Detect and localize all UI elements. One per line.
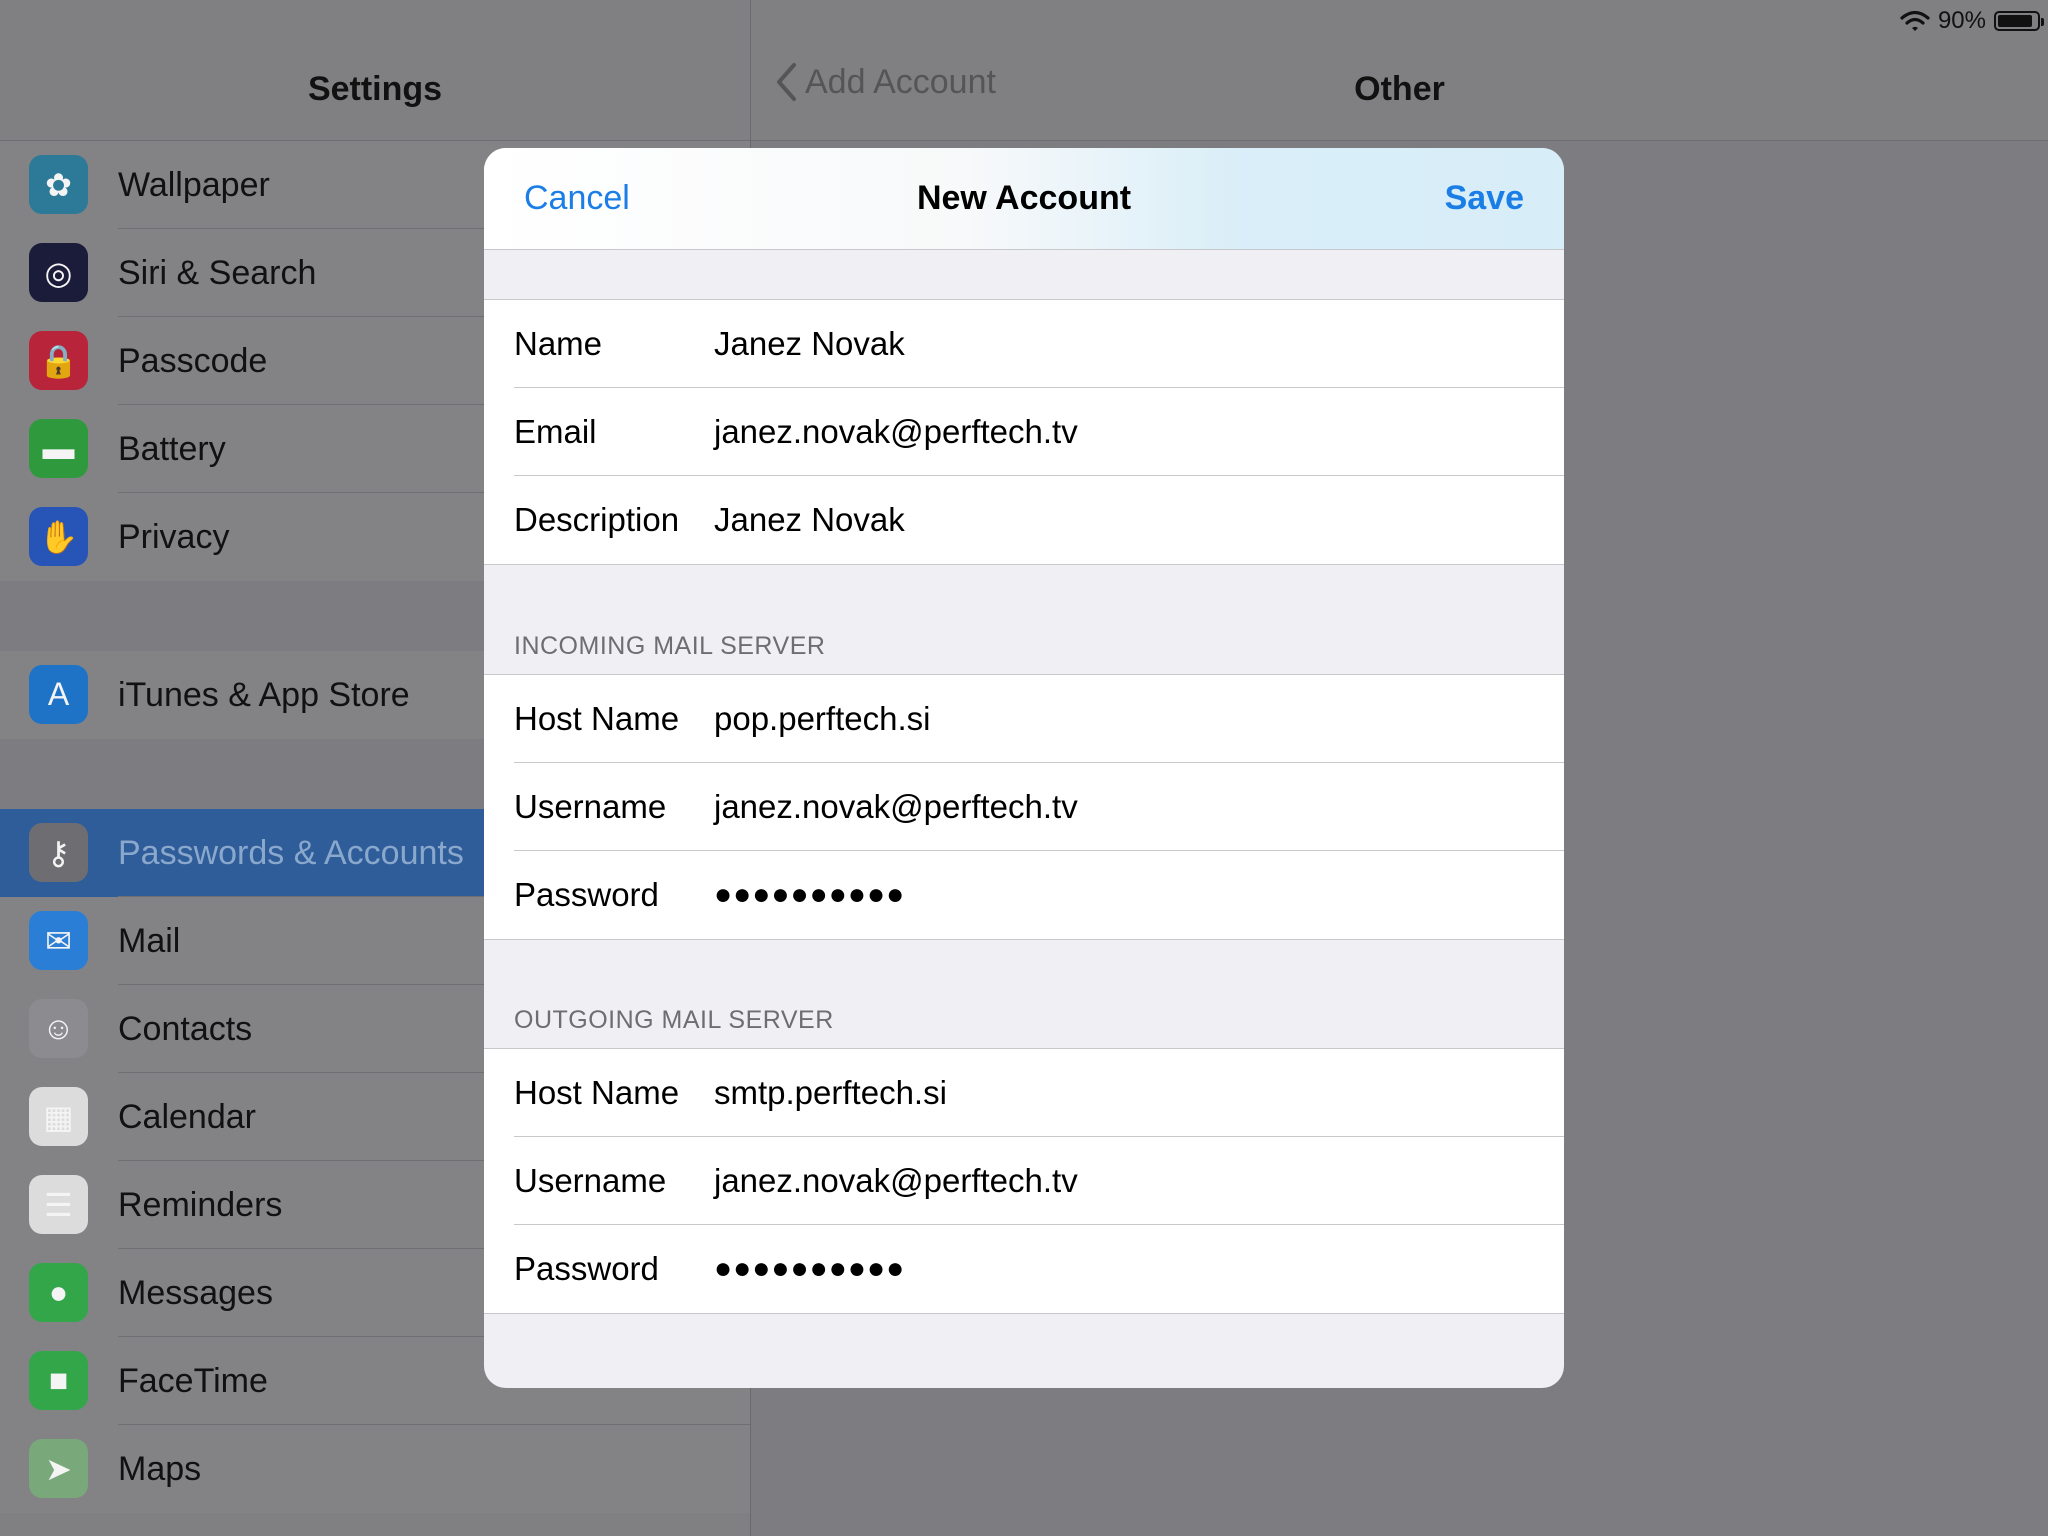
outgoing-username-label: Username xyxy=(514,1162,667,1199)
hand-icon: ✋ xyxy=(29,507,88,566)
outgoing-password-field[interactable]: ●●●●●●●●●● xyxy=(714,1225,905,1313)
account-description-label: Description xyxy=(514,501,680,538)
siri-icon: ◎ xyxy=(29,243,88,302)
battery-percent: 90% xyxy=(1937,7,1986,34)
sidebar-item-label: Maps xyxy=(118,1450,202,1488)
outgoing-host-name-label: Host Name xyxy=(514,1074,680,1111)
account-description-field[interactable]: Janez Novak xyxy=(714,476,905,564)
outgoing-server-header: OUTGOING MAIL SERVER xyxy=(514,1006,834,1034)
outgoing-host-name-field[interactable]: smtp.perftech.si xyxy=(714,1049,947,1137)
sidebar-title: Settings xyxy=(307,70,443,108)
account-email-row[interactable]: Email janez.novak@perftech.tv xyxy=(484,388,1564,476)
sidebar-item-label: Reminders xyxy=(118,1186,283,1224)
sidebar-item-label: Battery xyxy=(118,430,226,468)
sheet-title: New Account xyxy=(916,179,1132,217)
outgoing-username-field[interactable]: janez.novak@perftech.tv xyxy=(714,1137,1078,1225)
battery-fill xyxy=(1998,15,2033,27)
envelope-icon: ✉ xyxy=(29,911,88,970)
reminders-icon: ☰ xyxy=(29,1175,88,1234)
sidebar-header: Settings xyxy=(0,0,750,141)
sidebar-item-label: Passcode xyxy=(118,342,268,380)
back-button-label: Add Account xyxy=(805,62,996,101)
incoming-server-header: INCOMING MAIL SERVER xyxy=(514,632,826,660)
incoming-host-name-field[interactable]: pop.perftech.si xyxy=(714,675,930,763)
sidebar-item-label: Privacy xyxy=(118,518,230,556)
sidebar-item-label: iTunes & App Store xyxy=(118,676,410,714)
account-name-field[interactable]: Janez Novak xyxy=(714,300,905,388)
sidebar-item-label: Siri & Search xyxy=(118,254,317,292)
account-email-label: Email xyxy=(514,413,597,450)
incoming-host-name-label: Host Name xyxy=(514,700,680,737)
sidebar-item-label: Passwords & Accounts xyxy=(118,834,464,872)
sidebar-item-label: Contacts xyxy=(118,1010,253,1048)
outgoing-server-group: Host Name smtp.perftech.si Username janez.n… xyxy=(484,1048,1564,1314)
app-store-icon: A xyxy=(29,665,88,724)
incoming-username-label: Username xyxy=(514,788,667,825)
sidebar-item-label: Messages xyxy=(118,1274,273,1312)
incoming-username-row[interactable]: Username janez.novak@perftech.tv xyxy=(484,763,1564,851)
outgoing-password-row[interactable]: Password ●●●●●●●●●● xyxy=(484,1225,1564,1313)
sidebar-item-maps[interactable]: ➤ Maps xyxy=(0,1425,750,1513)
flower-icon: ✿ xyxy=(29,155,88,214)
key-icon: ⚷ xyxy=(29,823,88,882)
incoming-server-group: Host Name pop.perftech.si Username janez.no… xyxy=(484,674,1564,940)
sidebar-item-label: Mail xyxy=(118,922,181,960)
incoming-username-field[interactable]: janez.novak@perftech.tv xyxy=(714,763,1078,851)
incoming-password-label: Password xyxy=(514,876,659,913)
contacts-icon: ☺ xyxy=(29,999,88,1058)
account-name-label: Name xyxy=(514,325,603,362)
account-name-row[interactable]: Name Janez Novak xyxy=(484,300,1564,388)
wifi-icon xyxy=(1900,10,1930,31)
incoming-host-name-row[interactable]: Host Name pop.perftech.si xyxy=(484,675,1564,763)
sidebar-item-label: Wallpaper xyxy=(118,166,270,204)
outgoing-password-label: Password xyxy=(514,1250,659,1287)
chevron-left-icon xyxy=(777,63,796,101)
save-button[interactable]: Save xyxy=(1445,148,1524,249)
account-info-group: Name Janez Novak Email janez.novak@perftech… xyxy=(484,299,1564,565)
lock-icon: 🔒 xyxy=(29,331,88,390)
detail-header: Other Add Account xyxy=(751,0,2048,141)
battery-icon: ▬ xyxy=(29,419,88,478)
back-button[interactable]: Add Account xyxy=(775,62,996,102)
account-email-field[interactable]: janez.novak@perftech.tv xyxy=(714,388,1078,476)
new-account-sheet: Cancel New Account Save Name Janez Novak E… xyxy=(484,148,1564,1388)
sheet-nav-bar: Cancel New Account Save xyxy=(484,148,1564,250)
incoming-password-field[interactable]: ●●●●●●●●●● xyxy=(714,851,905,939)
status-bar: 90% xyxy=(1900,6,2044,36)
account-description-row[interactable]: Description Janez Novak xyxy=(484,476,1564,564)
sidebar-item-label: Calendar xyxy=(118,1098,256,1136)
video-camera-icon: ■ xyxy=(29,1351,88,1410)
incoming-password-row[interactable]: Password ●●●●●●●●●● xyxy=(484,851,1564,939)
calendar-icon: ▦ xyxy=(29,1087,88,1146)
map-icon: ➤ xyxy=(29,1439,88,1498)
battery-icon xyxy=(1994,11,2044,31)
sidebar-item-label: FaceTime xyxy=(118,1362,268,1400)
outgoing-username-row[interactable]: Username janez.novak@perftech.tv xyxy=(484,1137,1564,1225)
speech-bubble-icon: ● xyxy=(29,1263,88,1322)
outgoing-host-name-row[interactable]: Host Name smtp.perftech.si xyxy=(484,1049,1564,1137)
